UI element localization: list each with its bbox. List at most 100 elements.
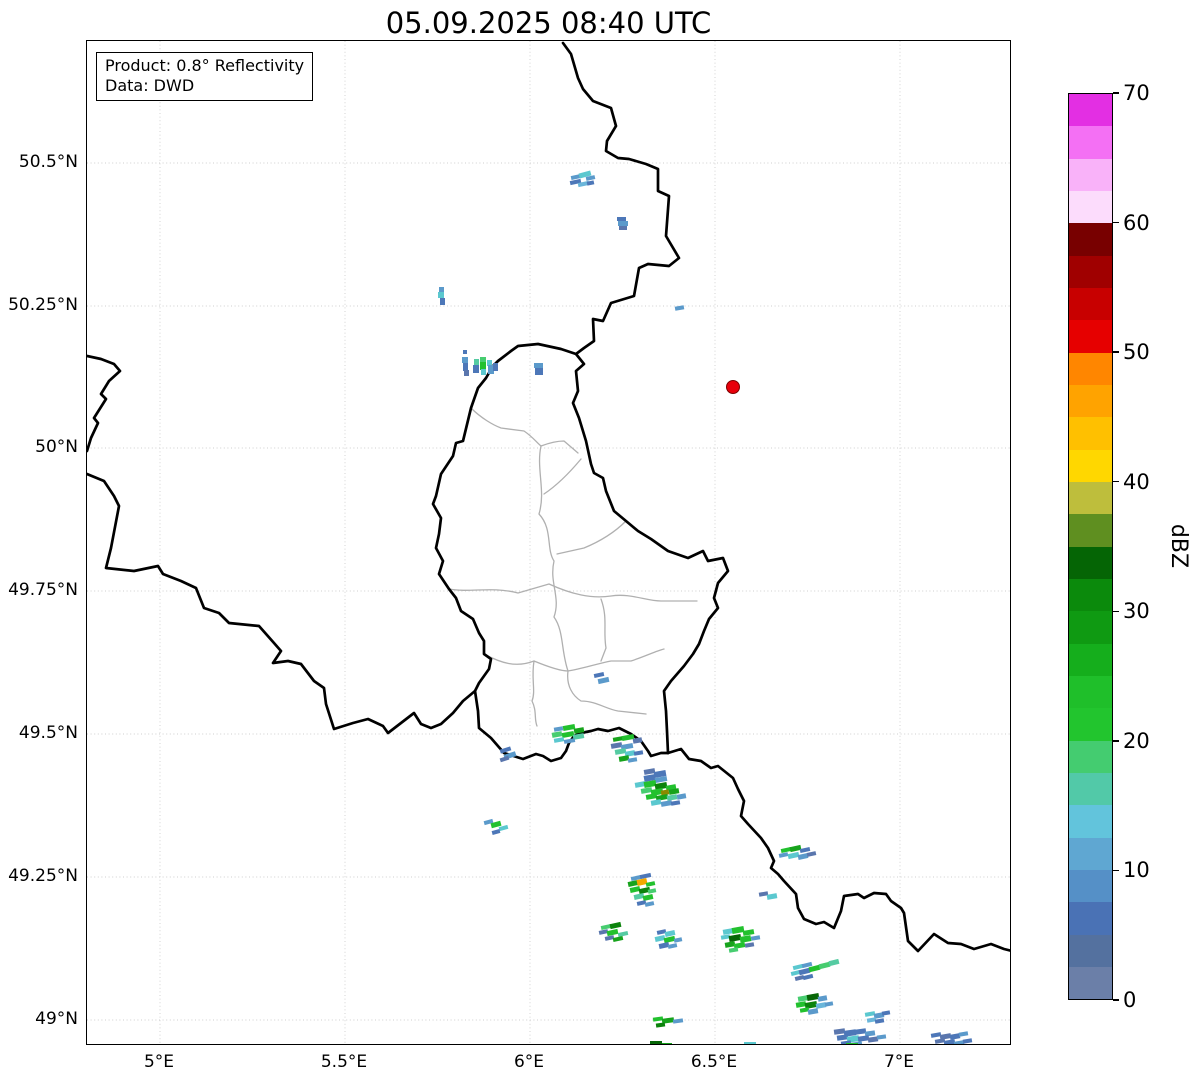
region-border-path <box>600 598 607 662</box>
colorbar-tick-label: 70 <box>1123 81 1150 105</box>
radar-echo-pixel <box>766 893 778 900</box>
colorbar-segment <box>1069 320 1112 353</box>
radar-echo-pixel <box>645 793 658 800</box>
radar-echo-pixel <box>789 844 802 853</box>
info-box-product: Product: 0.8° Reflectivity <box>105 56 305 75</box>
longitude-label: 7°E <box>883 1052 915 1072</box>
radar-echo-pixel <box>673 937 683 943</box>
radar-echo-pixel <box>857 1035 870 1042</box>
colorbar-segment <box>1069 837 1112 870</box>
radar-echo-pixel <box>742 929 755 936</box>
colorbar-tick-label: 50 <box>1123 340 1150 365</box>
radar-echo-pixel <box>881 1010 891 1016</box>
radar-echo-pixel <box>663 935 676 944</box>
longitude-label: 5.5°E <box>320 1052 368 1072</box>
radar-echo-pixel <box>644 901 655 907</box>
radar-echo-pixel <box>650 799 662 806</box>
radar-echo-pixel <box>655 1022 666 1028</box>
radar-echo-pixel <box>666 794 678 801</box>
radar-echo-pixel <box>943 1039 956 1044</box>
radar-echo-pixel <box>867 1036 879 1043</box>
colorbar-tick <box>1113 221 1119 224</box>
radar-echo-pixel <box>597 676 610 685</box>
radar-echo-pixel <box>480 362 486 370</box>
colorbar-segment <box>1069 611 1112 644</box>
colorbar-segment <box>1069 578 1112 612</box>
latitude-label: 49°N <box>35 1009 78 1029</box>
radar-echo-pixel <box>656 929 667 935</box>
radar-echo-pixel <box>640 787 653 794</box>
radar-echo-pixel <box>728 947 739 953</box>
radar-echo-pixel <box>617 217 626 221</box>
colorbar-tick <box>1113 92 1119 94</box>
radar-echo-pixel <box>840 1040 852 1044</box>
radar-echo-pixel <box>639 872 652 880</box>
radar-site-dot <box>726 380 740 394</box>
radar-echo-pixel <box>780 847 792 853</box>
radar-echo-pixel <box>606 928 619 937</box>
colorbar-segment <box>1069 869 1112 903</box>
colorbar-tick <box>1113 610 1119 612</box>
radar-site-marker <box>726 380 740 394</box>
radar-echo-pixel <box>619 226 627 230</box>
radar-figure: 05.09.2025 08:40 UTC Product: 0.8° Refle… <box>0 0 1202 1081</box>
radar-echo-pixel <box>440 298 445 305</box>
colorbar-segment <box>1069 675 1112 709</box>
colorbar-segment <box>1069 287 1112 321</box>
country-border-path <box>666 747 1010 953</box>
radar-echo-pixel <box>553 737 565 743</box>
radar-echo-pixel <box>645 881 656 887</box>
region-border-path <box>483 648 665 672</box>
colorbar-segment <box>1069 481 1112 515</box>
radar-echo-pixel <box>846 1043 858 1044</box>
radar-echo-pixel <box>797 853 809 860</box>
radar-echo-pixel <box>670 800 681 806</box>
radar-echo-pixel <box>817 995 828 1002</box>
radar-echo-pixel <box>621 733 635 742</box>
region-border-path <box>448 583 698 602</box>
colorbar-tick <box>1113 869 1119 872</box>
colorbar-segment <box>1069 772 1112 806</box>
radar-echo-pixel <box>795 1001 807 1008</box>
radar-echo-pixel <box>658 942 670 949</box>
colorbar-tick <box>1113 999 1119 1001</box>
radar-echo-pixel <box>818 961 831 970</box>
radar-echo-pixel <box>833 1028 846 1035</box>
colorbar-segment <box>1069 546 1112 579</box>
radar-echo-pixel <box>650 1041 662 1044</box>
radar-echo-pixel <box>462 357 468 363</box>
radar-echo-pixel <box>794 974 805 982</box>
latitude-label: 49.75°N <box>8 580 78 600</box>
radar-echo-pixel <box>562 723 576 732</box>
colorbar-tick-label: 10 <box>1123 858 1150 883</box>
region-borders <box>448 407 698 727</box>
radar-echo-pixel <box>463 363 468 371</box>
radar-echo-pixel <box>836 1034 849 1041</box>
radar-echo-pixel <box>731 926 745 934</box>
region-border-path <box>556 520 627 555</box>
region-border-path <box>543 458 582 495</box>
map-canvas <box>87 41 1010 1044</box>
radar-echo-pixel <box>660 800 673 807</box>
radar-echo-pixel <box>667 943 678 949</box>
radar-echo-pixel <box>534 363 543 368</box>
colorbar-segment <box>1069 514 1112 547</box>
radar-echo-pixel <box>806 993 820 1001</box>
latitude-label: 50°N <box>35 437 78 457</box>
info-box-source: Data: DWD <box>105 76 195 95</box>
radar-echo-pixel <box>610 742 623 749</box>
region-border-path <box>470 407 579 454</box>
colorbar-segment <box>1069 223 1112 256</box>
colorbar-segment <box>1069 126 1112 159</box>
radar-echo-pixel <box>604 935 615 941</box>
radar-echo-pixel <box>609 921 622 930</box>
latitude-label: 50.5°N <box>18 152 78 172</box>
radar-echo-pixel <box>535 368 543 375</box>
longitude-label: 6.5°E <box>690 1052 738 1072</box>
radar-echo-pixel <box>874 1018 885 1024</box>
radar-echo-pixel <box>958 1031 969 1037</box>
radar-echo-pixel <box>481 369 486 375</box>
colorbar-segment <box>1069 934 1112 967</box>
radar-echo-pixel <box>792 963 804 971</box>
radar-echo-pixel <box>612 736 624 742</box>
